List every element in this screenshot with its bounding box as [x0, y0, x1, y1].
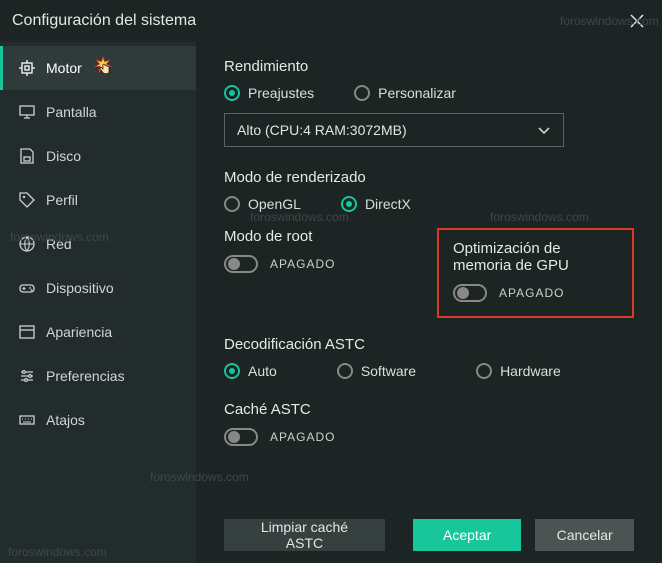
radio-label: DirectX	[365, 196, 411, 212]
radio-dot-icon	[354, 85, 370, 101]
astc-decode-row: Auto Software Hardware	[224, 363, 634, 379]
gpu-mem-toggle[interactable]	[453, 284, 487, 302]
close-icon	[630, 14, 644, 28]
sidebar-item-preferencias[interactable]: Preferencias	[0, 354, 196, 398]
sidebar-item-dispositivo[interactable]: Dispositivo	[0, 266, 196, 310]
radio-directx[interactable]: DirectX	[341, 196, 411, 212]
root-gpu-row: Modo de root APAGADO Optimización de mem…	[224, 228, 634, 318]
keyboard-icon	[18, 411, 36, 429]
render-mode-heading: Modo de renderizado	[224, 169, 634, 186]
sidebar-item-apariencia[interactable]: Apariencia	[0, 310, 196, 354]
sidebar-item-label: Red	[46, 236, 72, 252]
window-title: Configuración del sistema	[12, 12, 196, 30]
cpu-icon	[18, 59, 36, 77]
radio-astc-hardware[interactable]: Hardware	[476, 363, 561, 379]
sidebar-item-atajos[interactable]: Atajos	[0, 398, 196, 442]
radio-label: Preajustes	[248, 85, 314, 101]
sidebar-item-label: Apariencia	[46, 324, 112, 340]
root-mode-state: APAGADO	[270, 257, 335, 271]
sidebar-item-label: Perfil	[46, 192, 78, 208]
radio-astc-auto[interactable]: Auto	[224, 363, 277, 379]
radio-dot-icon	[341, 196, 357, 212]
radio-label: OpenGL	[248, 196, 301, 212]
radio-label: Auto	[248, 363, 277, 379]
sidebar-item-label: Dispositivo	[46, 280, 114, 296]
gpu-mem-state: APAGADO	[499, 286, 564, 300]
sliders-icon	[18, 367, 36, 385]
clear-cache-button[interactable]: Limpiar caché ASTC	[224, 519, 385, 551]
astc-cache-state: APAGADO	[270, 430, 335, 444]
radio-opengl[interactable]: OpenGL	[224, 196, 301, 212]
sidebar-item-label: Pantalla	[46, 104, 97, 120]
appearance-icon	[18, 323, 36, 341]
radio-dot-icon	[476, 363, 492, 379]
select-value: Alto (CPU:4 RAM:3072MB)	[237, 122, 407, 138]
radio-presets[interactable]: Preajustes	[224, 85, 314, 101]
sidebar-item-label: Preferencias	[46, 368, 125, 384]
gamepad-icon	[18, 279, 36, 297]
sidebar-item-label: Disco	[46, 148, 81, 164]
tag-icon	[18, 191, 36, 209]
astc-decode-heading: Decodificación ASTC	[224, 336, 634, 353]
sidebar-item-disco[interactable]: Disco	[0, 134, 196, 178]
render-mode-row: OpenGL DirectX	[224, 196, 634, 212]
titlebar: Configuración del sistema	[0, 0, 662, 42]
radio-dot-icon	[224, 363, 240, 379]
root-mode-heading: Modo de root	[224, 228, 409, 245]
highlight-box: Optimización de memoria de GPU APAGADO	[437, 228, 634, 318]
accept-button[interactable]: Aceptar	[413, 519, 521, 551]
footer: Limpiar caché ASTC Aceptar Cancelar	[224, 509, 634, 551]
sidebar-item-pantalla[interactable]: Pantalla	[0, 90, 196, 134]
radio-custom[interactable]: Personalizar	[354, 85, 456, 101]
container: Motor Pantalla Disco Perfil Red Disposit…	[0, 42, 662, 563]
globe-icon	[18, 235, 36, 253]
close-button[interactable]	[626, 10, 648, 32]
astc-cache-heading: Caché ASTC	[224, 401, 634, 418]
cancel-button[interactable]: Cancelar	[535, 519, 634, 551]
sidebar-item-label: Motor	[46, 60, 82, 76]
sidebar-item-perfil[interactable]: Perfil	[0, 178, 196, 222]
performance-radio-row: Preajustes Personalizar	[224, 85, 634, 101]
radio-label: Hardware	[500, 363, 561, 379]
radio-astc-software[interactable]: Software	[337, 363, 416, 379]
performance-heading: Rendimiento	[224, 58, 634, 75]
radio-dot-icon	[337, 363, 353, 379]
sidebar-item-label: Atajos	[46, 412, 85, 428]
radio-dot-icon	[224, 196, 240, 212]
disk-icon	[18, 147, 36, 165]
radio-label: Software	[361, 363, 416, 379]
radio-dot-icon	[224, 85, 240, 101]
radio-label: Personalizar	[378, 85, 456, 101]
preset-select[interactable]: Alto (CPU:4 RAM:3072MB)	[224, 113, 564, 147]
gpu-mem-heading: Optimización de memoria de GPU	[453, 240, 618, 274]
click-cursor-highlight	[94, 58, 114, 78]
display-icon	[18, 103, 36, 121]
astc-cache-toggle[interactable]	[224, 428, 258, 446]
sidebar-item-motor[interactable]: Motor	[0, 46, 196, 90]
root-mode-toggle[interactable]	[224, 255, 258, 273]
main-panel: Rendimiento Preajustes Personalizar Alto…	[196, 42, 662, 563]
sidebar: Motor Pantalla Disco Perfil Red Disposit…	[0, 42, 196, 563]
sidebar-item-red[interactable]: Red	[0, 222, 196, 266]
chevron-down-icon	[537, 123, 551, 137]
